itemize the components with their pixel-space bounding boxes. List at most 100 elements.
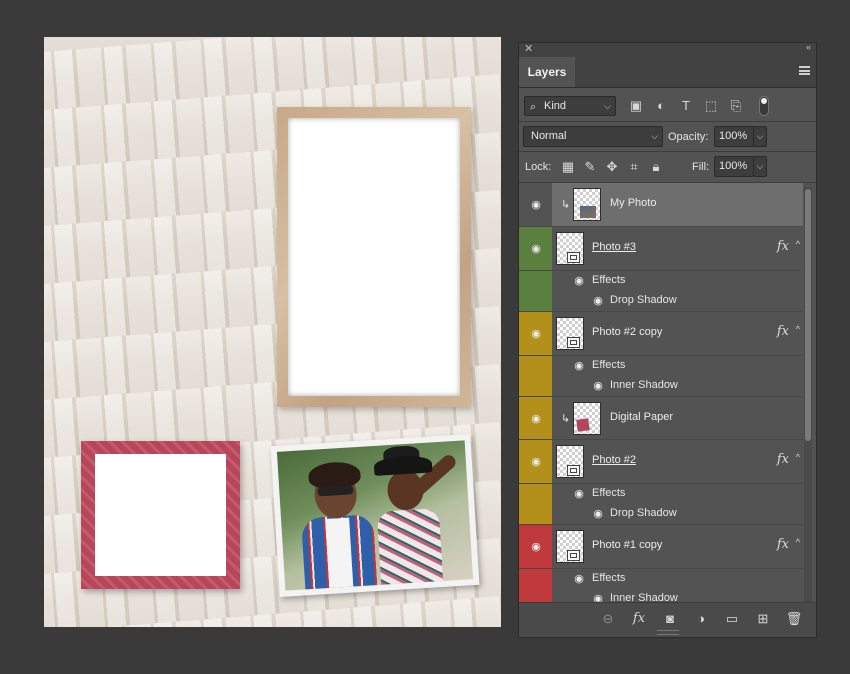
panel-tab-bar: Layers <box>519 57 816 88</box>
filter-toggle-switch[interactable] <box>759 96 769 116</box>
lock-artboard-icon[interactable]: ⌗ <box>626 158 642 176</box>
document-canvas[interactable] <box>44 37 501 627</box>
visibility-eye-icon[interactable]: ◉ <box>529 457 543 468</box>
expand-caret-icon[interactable]: ^ <box>796 324 800 334</box>
effects-row[interactable]: ◉ Effects <box>519 484 803 504</box>
effect-row-inner-shadow[interactable]: ◉ Inner Shadow <box>519 376 803 396</box>
expand-caret-icon[interactable]: ^ <box>796 537 800 547</box>
layer-name[interactable]: Digital Paper <box>610 411 673 423</box>
layer-effects-fx-icon[interactable]: fx <box>777 452 789 467</box>
layer-name[interactable]: Photo #1 copy <box>592 539 662 551</box>
layer-row-my-photo[interactable]: ◉ ↳ My Photo <box>519 183 803 227</box>
layer-group-photo-2-copy: ◉ Photo #2 copy fx ^ ◉ Effects ◉ Inner S… <box>519 311 803 396</box>
couple-photo-image <box>276 440 474 591</box>
layer-thumbnail <box>556 317 584 350</box>
effects-row[interactable]: ◉ Effects <box>519 569 803 589</box>
link-layers-icon[interactable]: ⊖ <box>599 610 617 628</box>
layer-name[interactable]: My Photo <box>610 197 656 209</box>
smart-object-filter-icon[interactable]: ⎘ <box>727 97 745 115</box>
opacity-input[interactable]: 100% <box>714 126 754 147</box>
expand-caret-icon[interactable]: ^ <box>796 239 800 249</box>
add-layer-style-fx-icon[interactable]: fx <box>630 610 648 628</box>
layer-row-photo-2[interactable]: ◉ Photo #2 fx ^ <box>519 440 803 484</box>
visibility-eye-icon[interactable]: ◉ <box>572 276 586 287</box>
lock-all-icon[interactable]: 🔒︎ <box>648 158 664 176</box>
visibility-eye-icon[interactable]: ◉ <box>572 574 586 585</box>
pink-hearts-photo-frame[interactable] <box>81 441 240 589</box>
clipping-arrow-icon: ↳ <box>561 199 571 211</box>
layers-list: ◉ ↳ My Photo ◉ Photo #3 fx ^ ◉ Effects ◉… <box>519 183 803 604</box>
woman-figure <box>369 445 467 591</box>
collapse-icon[interactable]: ‹‹ <box>806 42 811 52</box>
panel-resize-grip[interactable] <box>657 630 679 635</box>
filter-kind-label: Kind <box>544 100 567 112</box>
opacity-dropdown-button[interactable]: ⌵ <box>753 126 767 147</box>
chevron-down-icon: ⌵ <box>604 101 611 111</box>
layer-row-photo-1-copy[interactable]: ◉ Photo #1 copy fx ^ <box>519 525 803 569</box>
visibility-eye-icon[interactable]: ◉ <box>529 244 543 255</box>
layer-effects-fx-icon[interactable]: fx <box>777 324 789 339</box>
effects-row[interactable]: ◉ Effects <box>519 356 803 376</box>
tab-layers[interactable]: Layers <box>519 57 575 87</box>
visibility-eye-icon[interactable]: ◉ <box>529 542 543 553</box>
layers-scrollbar[interactable] <box>804 187 812 604</box>
layer-group-photo-3: ◉ Photo #3 fx ^ ◉ Effects ◉ Drop Shadow <box>519 227 803 311</box>
visibility-eye-icon[interactable]: ◉ <box>529 329 543 340</box>
layer-name[interactable]: Photo #2 copy <box>592 326 662 338</box>
visibility-eye-icon[interactable]: ◉ <box>591 296 605 307</box>
visibility-eye-icon[interactable]: ◉ <box>591 509 605 520</box>
adjustment-layer-filter-icon[interactable]: ◐ <box>652 97 670 115</box>
scrollbar-thumb[interactable] <box>805 189 811 441</box>
effect-name: Inner Shadow <box>610 379 678 391</box>
visibility-eye-icon[interactable]: ◉ <box>591 381 605 392</box>
fill-dropdown-button[interactable]: ⌵ <box>753 156 767 177</box>
shape-layer-filter-icon[interactable]: ⬚ <box>702 97 720 115</box>
visibility-eye-icon[interactable]: ◉ <box>572 489 586 500</box>
layer-effects-fx-icon[interactable]: fx <box>777 239 789 254</box>
layer-effects-fx-icon[interactable]: fx <box>777 537 789 552</box>
kraft-photo-frame[interactable] <box>277 107 471 407</box>
visibility-eye-icon[interactable]: ◉ <box>529 414 543 425</box>
layer-row-photo-3[interactable]: ◉ Photo #3 fx ^ <box>519 227 803 271</box>
blend-mode-select[interactable]: Normal ⌵ <box>523 126 663 147</box>
couple-photo[interactable] <box>270 434 480 597</box>
effect-row-drop-shadow[interactable]: ◉ Drop Shadow <box>519 291 803 311</box>
add-layer-mask-icon[interactable]: ◙ <box>661 610 679 628</box>
delete-layer-trash-icon[interactable]: 🗑︎ <box>785 610 803 628</box>
filter-row: ⌕ Kind ⌵ ▣ ◐ T ⬚ ⎘ <box>519 91 816 121</box>
lock-position-icon[interactable]: ✥ <box>604 158 620 176</box>
fill-input[interactable]: 100% <box>714 156 754 177</box>
expand-caret-icon[interactable]: ^ <box>796 452 800 462</box>
effect-row-drop-shadow[interactable]: ◉ Drop Shadow <box>519 504 803 524</box>
layer-thumbnail <box>573 402 601 435</box>
lock-transparent-pixels-icon[interactable]: ▦ <box>560 158 576 176</box>
lock-image-pixels-icon[interactable]: ✎ <box>582 158 598 176</box>
visibility-eye-icon[interactable]: ◉ <box>572 361 586 372</box>
visibility-eye-icon[interactable]: ◉ <box>529 200 543 211</box>
frame-photo-area <box>288 118 460 396</box>
panel-menu-icon[interactable] <box>799 66 810 75</box>
new-fill-adjustment-layer-icon[interactable]: ◑ <box>692 610 710 628</box>
opacity-label: Opacity: <box>668 131 709 143</box>
layer-row-photo-2-copy[interactable]: ◉ Photo #2 copy fx ^ <box>519 312 803 356</box>
new-layer-icon[interactable]: ⊞ <box>754 610 772 628</box>
lock-row: Lock: ▦ ✎ ✥ ⌗ 🔒︎ Fill: 100% ⌵ <box>519 152 816 182</box>
layers-panel: ✕ ‹‹ Layers ⌕ Kind ⌵ ▣ ◐ T ⬚ ⎘ Normal ⌵ … <box>518 42 817 638</box>
type-layer-filter-icon[interactable]: T <box>677 97 695 115</box>
layer-name[interactable]: Photo #3 <box>592 241 636 253</box>
new-group-folder-icon[interactable]: ▭ <box>723 610 741 628</box>
layer-group-photo-2: ◉ Photo #2 fx ^ ◉ Effects ◉ Drop Shadow <box>519 440 803 524</box>
fill-label: Fill: <box>692 161 710 173</box>
effects-row[interactable]: ◉ Effects <box>519 271 803 291</box>
layer-row-digital-paper[interactable]: ◉ ↳ Digital Paper <box>519 396 803 440</box>
layer-thumbnail <box>556 232 584 265</box>
filter-kind-select[interactable]: ⌕ Kind ⌵ <box>524 96 616 116</box>
layer-group-photo-1-copy: ◉ Photo #1 copy fx ^ ◉ Effects ◉ Inner S… <box>519 524 803 604</box>
pixel-layer-filter-icon[interactable]: ▣ <box>627 97 645 115</box>
blend-mode-value: Normal <box>531 130 567 142</box>
blend-row: Normal ⌵ Opacity: 100% ⌵ <box>519 122 816 152</box>
layer-name[interactable]: Photo #2 <box>592 454 636 466</box>
layer-thumbnail <box>556 445 584 478</box>
close-icon[interactable]: ✕ <box>524 42 533 55</box>
chevron-down-icon: ⌵ <box>651 131 658 141</box>
